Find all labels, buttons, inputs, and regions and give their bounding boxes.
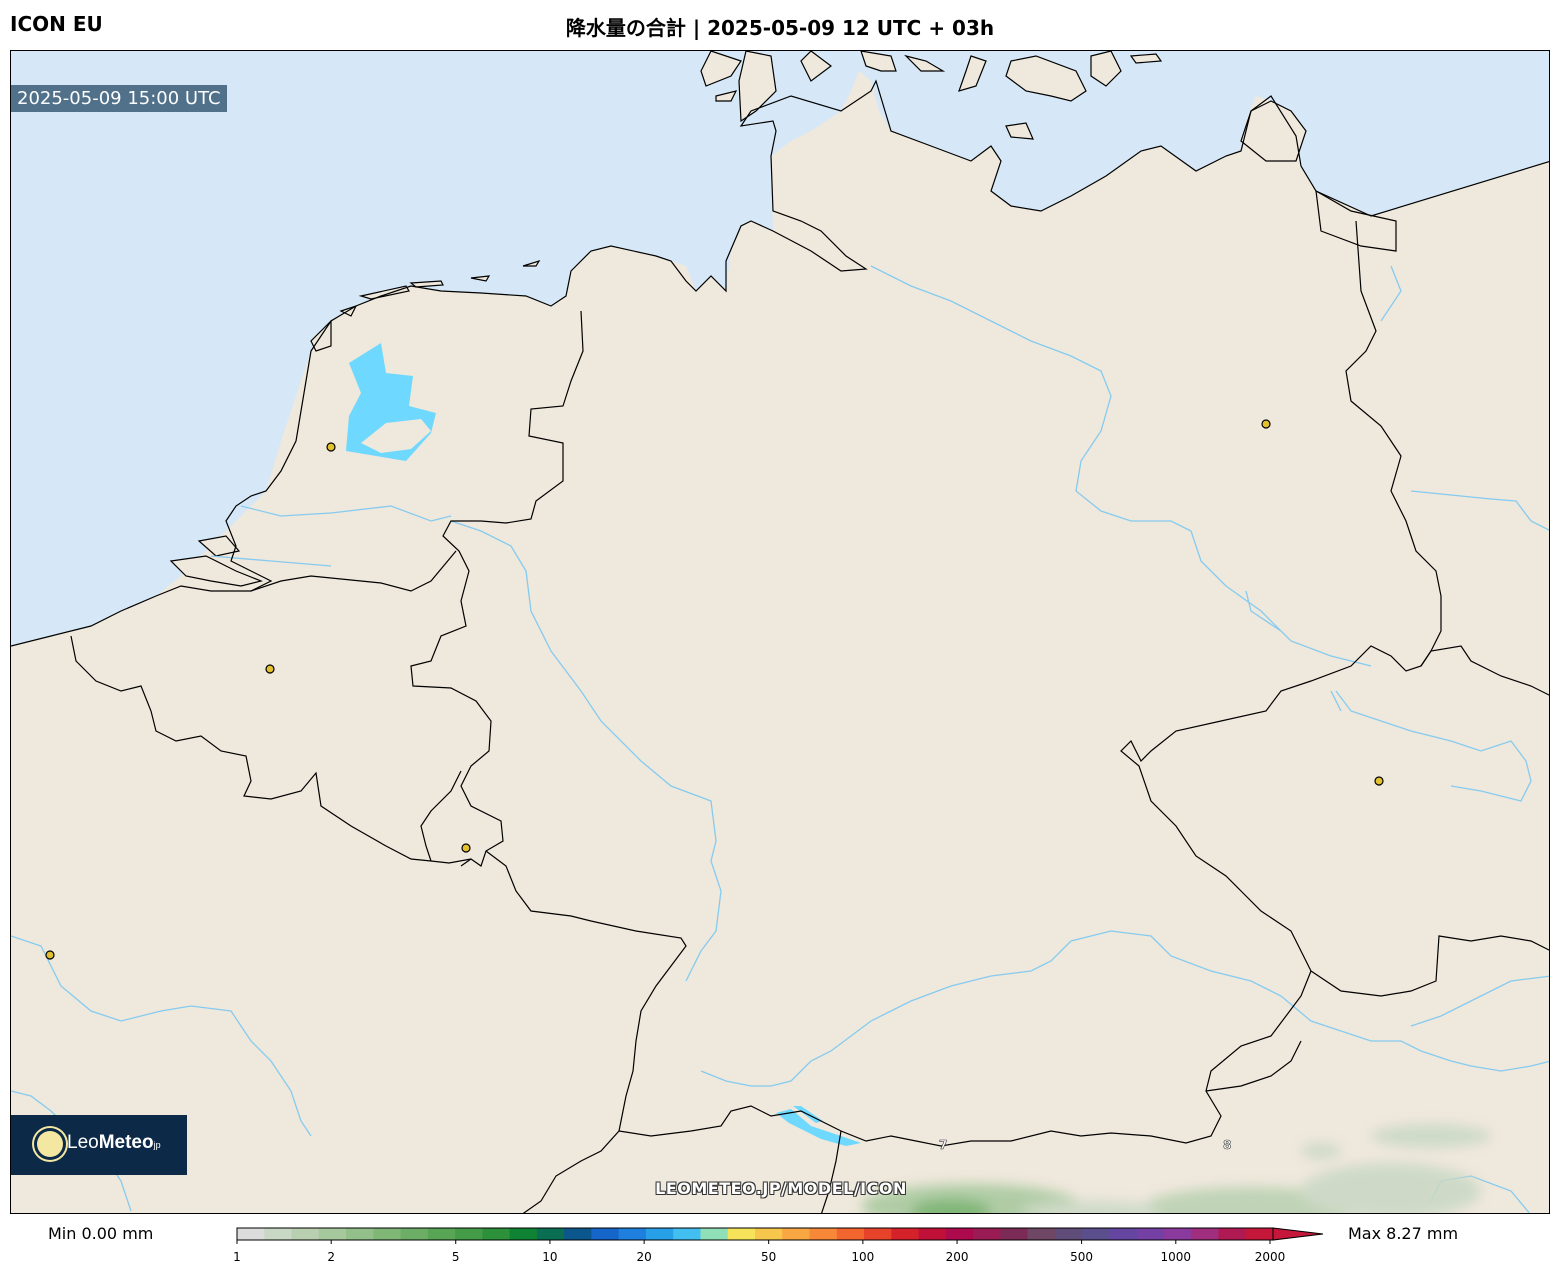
colorbar-cell — [836, 1228, 865, 1240]
colorbar-cell — [1109, 1228, 1138, 1240]
colorbar-cell — [1000, 1228, 1029, 1240]
colorbar-tick-marks — [236, 1240, 1271, 1244]
colorbar-extend-arrow — [1272, 1227, 1324, 1241]
sea-area — [11, 51, 1549, 646]
colorbar-tick-label: 200 — [945, 1250, 969, 1264]
colorbar-cell — [945, 1228, 974, 1240]
colorbar-cell — [1245, 1228, 1274, 1240]
colorbar-cell — [482, 1228, 511, 1240]
valid-time-label: 2025-05-09 15:00 UTC — [11, 85, 227, 112]
colorbar-cell — [700, 1228, 729, 1240]
colorbar-tick-label: 10 — [542, 1250, 558, 1264]
leometeo-logo[interactable]: LeoMeteojp — [11, 1115, 187, 1175]
colorbar-cell — [318, 1228, 347, 1240]
colorbar-cell — [618, 1228, 647, 1240]
colorbar-cell — [973, 1228, 1001, 1240]
chart-title: 降水量の合計 | 2025-05-09 12 UTC + 03h — [565, 16, 995, 40]
map-canvas: 7 8 — [11, 51, 1549, 1213]
colorbar-cell — [264, 1228, 293, 1240]
map-number-label: 7 — [939, 1138, 947, 1152]
colorbar-cell — [591, 1228, 620, 1240]
colorbar-cell — [1054, 1228, 1083, 1240]
colorbar-cell — [645, 1228, 674, 1240]
colorbar-cell — [891, 1228, 920, 1240]
colorbar-cell — [782, 1228, 811, 1240]
colorbar-cell — [400, 1228, 429, 1240]
colorbar-cell — [673, 1228, 701, 1240]
colorbar-cell — [1082, 1228, 1110, 1240]
colorbar-cell — [564, 1228, 592, 1240]
colorbar-cell — [346, 1228, 374, 1240]
colorbar-tick-label: 20 — [636, 1250, 652, 1264]
colorbar-tick-label: 1000 — [1160, 1250, 1192, 1264]
precipitation-map[interactable]: 7 8 2025-05-09 15:00 UTC LeoMeteojp LEOM… — [10, 50, 1550, 1214]
colorbar-cell — [373, 1228, 402, 1240]
colorbar-cell — [864, 1228, 892, 1240]
colorbar-min-label: Min 0.00 mm — [48, 1224, 154, 1243]
city-marker — [45, 950, 55, 960]
colorbar-frame — [236, 1227, 1274, 1241]
colorbar-cell — [536, 1228, 565, 1240]
colorbar-cell — [427, 1228, 456, 1240]
colorbar-cell — [755, 1228, 783, 1240]
precip-patch — [861, 1124, 1491, 1213]
colorbar-cell — [1136, 1228, 1165, 1240]
colorbar-cell — [1218, 1228, 1247, 1240]
city-marker — [461, 843, 471, 853]
colorbar-cell — [727, 1228, 756, 1240]
watermark-url: LEOMETEO.JP/MODEL/ICON — [655, 1179, 907, 1198]
colorbar-tick-label: 2000 — [1254, 1250, 1286, 1264]
city-marker — [326, 442, 336, 452]
colorbar-cell — [1191, 1228, 1219, 1240]
colorbar-cell — [455, 1228, 483, 1240]
city-marker — [265, 664, 275, 674]
colorbar-tick-label: 50 — [761, 1250, 777, 1264]
colorbar-cell — [509, 1228, 538, 1240]
colorbar-cell — [809, 1228, 838, 1240]
colorbar-cell — [291, 1228, 320, 1240]
colorbar-cells — [237, 1228, 1274, 1240]
colorbar-cell — [1027, 1228, 1056, 1240]
colorbar-cell — [918, 1228, 947, 1240]
colorbar-tick-label: 5 — [451, 1250, 460, 1264]
sun-icon — [37, 1131, 63, 1157]
map-number-label: 8 — [1223, 1138, 1231, 1152]
colorbar-tick-label: 500 — [1070, 1250, 1094, 1264]
colorbar-cell — [1163, 1228, 1192, 1240]
city-marker — [1261, 419, 1271, 429]
logo-text: LeoMeteojp — [67, 1132, 161, 1153]
colorbar-tick-label: 100 — [851, 1250, 875, 1264]
colorbar-cell — [237, 1228, 265, 1240]
colorbar-tick-label: 2 — [327, 1250, 336, 1264]
colorbar-max-label: Max 8.27 mm — [1348, 1224, 1459, 1243]
colorbar-tick-label: 1 — [233, 1250, 241, 1264]
city-marker — [1374, 776, 1384, 786]
lakes — [346, 343, 861, 1146]
